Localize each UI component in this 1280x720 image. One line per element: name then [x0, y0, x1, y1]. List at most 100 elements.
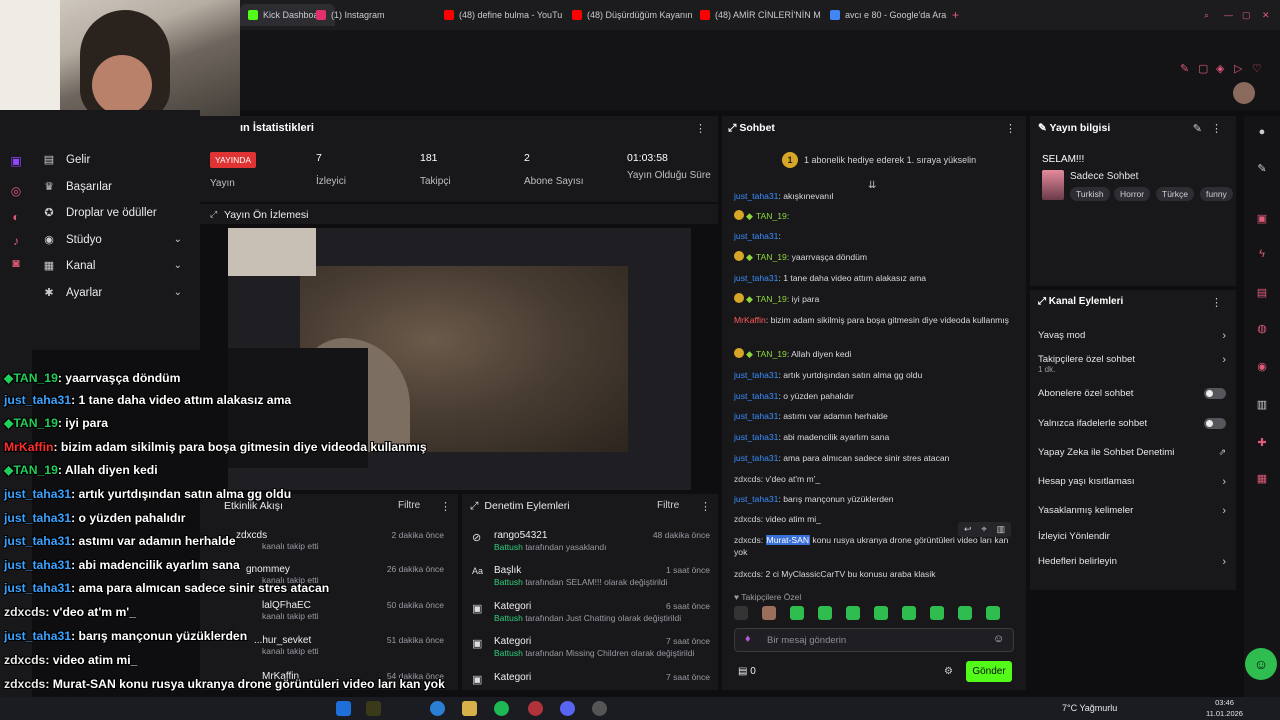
chat-username[interactable]: just_taha31 — [734, 273, 778, 283]
sidebar-item-kanal[interactable]: ▦ Kanal ⌄ — [42, 259, 192, 273]
game-icon[interactable] — [366, 701, 381, 716]
discord-icon[interactable]: ◐ — [9, 210, 23, 224]
channel-action-row[interactable]: Yapay Zeka ile Sohbet Denetimi ⇗ — [1038, 447, 1226, 458]
minimize-icon[interactable]: — — [1224, 4, 1233, 26]
modlog-filter-button[interactable]: Filtre — [657, 500, 679, 511]
channel-action-row[interactable]: Yalnızca ifadelerle sohbet — [1038, 418, 1226, 429]
edit-icon[interactable]: ✎ — [1193, 122, 1202, 135]
chat-username[interactable]: TAN_19 — [756, 252, 787, 262]
chat-gift-notice[interactable]: 1 1 abonelik hediye ederek 1. sıraya yüks… — [782, 152, 976, 168]
channel-action-row[interactable]: Hesap yaşı kısıtlaması › — [1038, 476, 1226, 488]
grid-icon[interactable]: ▦ — [1255, 472, 1269, 486]
pin-icon[interactable]: ⌖ — [982, 524, 987, 535]
instagram-icon[interactable]: ◙ — [9, 256, 23, 270]
chat-input[interactable]: ♦ Bir mesaj gönderin ☺ — [734, 628, 1014, 652]
chat-username[interactable]: just_taha31 — [734, 231, 778, 241]
chat-message[interactable]: just_taha31: abi madencilik ayarlım sana — [734, 431, 1012, 443]
radio-icon[interactable]: ◎ — [9, 184, 23, 198]
pen-icon[interactable]: ✎ — [1255, 162, 1269, 176]
chat-username[interactable]: zdxcds — [734, 474, 761, 484]
chat-message[interactable]: just_taha31: astımı var adamın herhalde — [734, 410, 1012, 422]
tag[interactable]: Turkish — [1070, 187, 1110, 201]
chat-message[interactable]: just_taha31: akışkınevanıl — [734, 190, 1012, 202]
emote-icon[interactable] — [930, 606, 944, 620]
tab-youtube-1[interactable]: (48) define bulma - YouTu — [444, 4, 562, 26]
lightning-icon[interactable]: ϟ — [1255, 248, 1269, 262]
clock[interactable]: 03:46 11.01.2026 — [1206, 697, 1243, 719]
channel-action-row[interactable]: Yasaklanmış kelimeler › — [1038, 505, 1226, 517]
heart-icon[interactable]: ♡ — [1252, 62, 1262, 75]
camera-icon[interactable]: ▣ — [1255, 212, 1269, 226]
chat-username[interactable]: just_taha31 — [734, 370, 778, 380]
emote-icon[interactable] — [734, 606, 748, 620]
chat-username[interactable]: just_taha31 — [734, 191, 778, 201]
chat-username[interactable]: just_taha31 — [734, 432, 778, 442]
emote-icon[interactable] — [874, 606, 888, 620]
expand-icon[interactable]: ⤢ — [1038, 296, 1046, 307]
edge-icon[interactable] — [336, 701, 351, 716]
toggle-switch[interactable] — [1204, 418, 1226, 429]
chat-username[interactable]: just_taha31 — [734, 494, 778, 504]
bookmark-icon[interactable]: ✎ — [1180, 62, 1189, 75]
new-tab-button[interactable]: + — [952, 4, 959, 26]
chat-message[interactable]: just_taha31: ama para almıcan sadece sin… — [734, 452, 1012, 464]
expand-icon[interactable]: ⤢ — [728, 122, 736, 134]
search-icon[interactable]: ⌕ — [1204, 4, 1209, 26]
tab-google[interactable]: avcı e 80 - Google'da Ara — [830, 4, 946, 26]
maximize-icon[interactable]: ▢ — [1242, 4, 1251, 26]
emote-icon[interactable] — [846, 606, 860, 620]
browser-icon[interactable] — [430, 701, 445, 716]
obs-icon[interactable] — [592, 701, 607, 716]
folder-icon[interactable] — [462, 701, 477, 716]
sidebar-item-studyo[interactable]: ◉ Stüdyo ⌄ — [42, 233, 192, 247]
chat-message[interactable]: zdxcds: v'deo at'm m'_ — [734, 473, 1012, 485]
tab-youtube-3[interactable]: (48) AMİR CİNLERİ'NİN M — [700, 4, 821, 26]
more-icon[interactable]: ⋮ — [1005, 122, 1016, 135]
tab-youtube-2[interactable]: (48) Düşürdüğüm Kayanın — [572, 4, 693, 26]
screenshot-icon[interactable]: ▢ — [1198, 62, 1208, 75]
chat-message[interactable]: ◆ TAN_19: iyi para — [734, 293, 1012, 305]
help-icon[interactable]: ☺ — [1245, 648, 1277, 680]
play-icon[interactable]: ▷ — [1234, 62, 1242, 75]
channel-points[interactable]: ▤ 0 — [738, 666, 756, 677]
tag[interactable]: Horror — [1114, 187, 1151, 201]
sidebar-item-basarilar[interactable]: ♛ Başarılar — [42, 180, 192, 194]
emote-icon[interactable] — [986, 606, 1000, 620]
chat-message[interactable]: just_taha31: artık yurtdışından satın al… — [734, 369, 1012, 381]
chat-message[interactable]: just_taha31: o yüzden pahalıdır — [734, 390, 1012, 402]
spotify-icon[interactable] — [494, 701, 509, 716]
opera-icon[interactable] — [528, 701, 543, 716]
expand-icon[interactable]: ⤢ — [470, 500, 478, 513]
chat-username[interactable]: just_taha31 — [734, 411, 778, 421]
chat-message[interactable]: zdxcds: Murat-SAN konu rusya ukranya dro… — [734, 534, 1012, 558]
layout-icon[interactable]: ▥ — [1255, 398, 1269, 412]
toggle-switch[interactable] — [1204, 388, 1226, 399]
sidebar-item-droplar[interactable]: ✪ Droplar ve ödüller — [42, 206, 192, 220]
more-icon[interactable]: ⋮ — [700, 500, 711, 513]
avatar[interactable] — [1233, 82, 1255, 104]
more-icon[interactable]: ⋮ — [695, 122, 706, 135]
chat-username[interactable]: just_taha31 — [734, 453, 778, 463]
more-icon[interactable]: ⋮ — [1211, 296, 1222, 309]
chat-username[interactable]: TAN_19 — [756, 211, 787, 221]
sidebar-item-gelir[interactable]: ▤ Gelir — [42, 153, 192, 167]
chat-message[interactable]: ◆ TAN_19: yaarrvaşça döndüm — [734, 251, 1012, 263]
chat-settings-icon[interactable]: ⚙ — [944, 666, 953, 677]
channel-action-row[interactable]: Abonelere özel sohbet — [1038, 388, 1226, 399]
shield-icon[interactable]: ◈ — [1216, 62, 1224, 75]
emote-icon[interactable] — [762, 606, 776, 620]
chat-message[interactable]: MrKaffin: bizim adam sikilmiş para boşa … — [734, 314, 1012, 326]
chat-message[interactable]: ◆ TAN_19: — [734, 210, 1012, 222]
emote-icon[interactable] — [818, 606, 832, 620]
tab-instagram[interactable]: (1) Instagram — [316, 4, 385, 26]
channel-action-row[interactable]: Takipçilere özel sohbet 1 dk. › — [1038, 354, 1226, 374]
emote-icon[interactable] — [902, 606, 916, 620]
emoji-icon[interactable]: ☺ — [993, 633, 1004, 645]
channel-action-row[interactable]: İzleyici Yönlendir — [1038, 531, 1226, 542]
audio-icon[interactable]: ◉ — [1255, 360, 1269, 374]
chat-message[interactable]: just_taha31: barış mançonun yüzüklerden — [734, 493, 1012, 505]
send-button[interactable]: Gönder — [966, 661, 1012, 682]
more-icon[interactable]: ⋮ — [1211, 122, 1222, 135]
chat-message[interactable]: just_taha31: 1 tane daha video attım ala… — [734, 272, 1012, 284]
chat-username[interactable]: just_taha31 — [734, 391, 778, 401]
